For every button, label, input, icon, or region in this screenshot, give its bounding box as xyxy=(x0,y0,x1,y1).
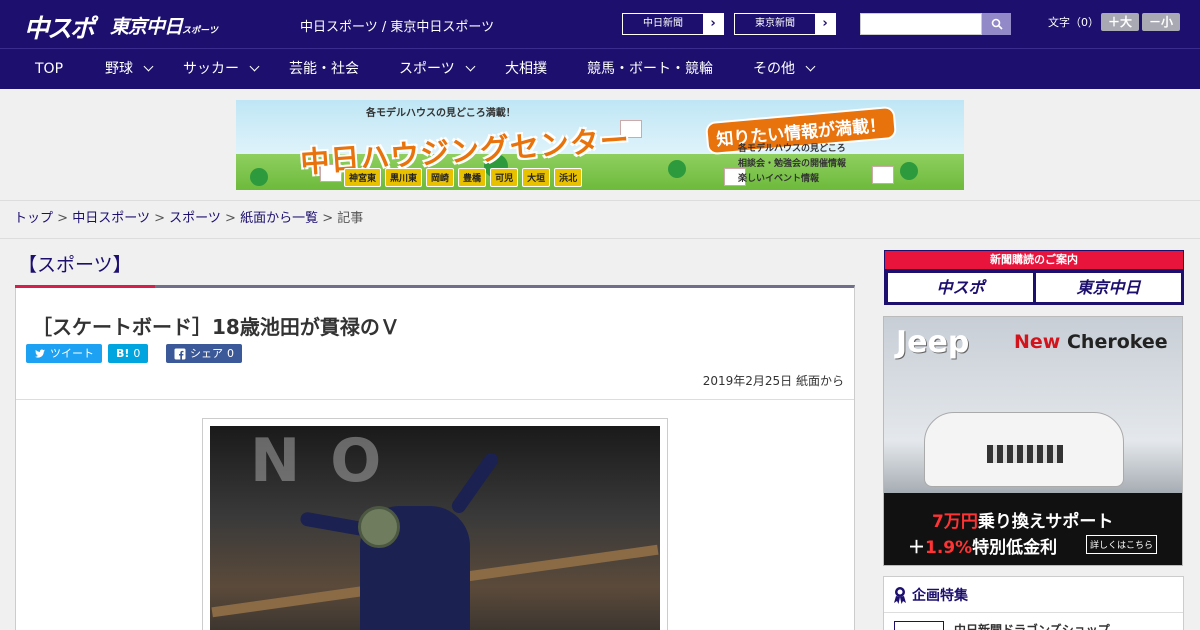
article-headline: ［スケートボード］18歳池田が貫禄のＶ xyxy=(32,315,400,339)
house-illustration xyxy=(872,166,894,184)
ad-offer-line2: ＋1.9%特別低金利 xyxy=(908,538,1058,558)
chevron-right-icon: › xyxy=(815,14,835,34)
subscription-box[interactable]: 新聞購読のご案内 中スポ 東京中日 xyxy=(884,250,1184,305)
site-header: 中スポ 東京中日スポーツ 中日スポーツ / 東京中日スポーツ 中日新聞 › 東京… xyxy=(0,0,1200,48)
newspaper-link-label: 東京新聞 xyxy=(755,18,795,29)
chunichi-shimbun-link[interactable]: 中日新聞 › xyxy=(622,13,724,35)
main-nav: TOP 野球 サッカー 芸能・社会 スポーツ 大相撲 競馬・ボート・競輪 その他 xyxy=(0,48,1200,89)
breadcrumb: トップ > 中日スポーツ > スポーツ > 紙面から一覧 > 記事 xyxy=(0,201,1200,239)
nav-item-other[interactable]: その他 xyxy=(753,49,816,90)
chevron-down-icon xyxy=(805,61,816,72)
hatena-icon: B! xyxy=(116,347,130,360)
nav-item-top[interactable]: TOP xyxy=(35,49,63,90)
housing-center-ad[interactable]: 各モデルハウスの見どころ満載！ 中日ハウジングセンター 知りたい情報が満載！ 各… xyxy=(236,100,964,190)
font-size-increase-button[interactable]: ＋大 xyxy=(1101,13,1139,31)
ad-cities: 神宮東 黒川東 岡崎 豊橋 可児 大垣 浜北 xyxy=(344,168,583,187)
tokyo-chunichi-logo[interactable]: 東京中日スポーツ xyxy=(110,12,218,39)
chuspo-subscribe-logo[interactable]: 中スポ xyxy=(888,273,1033,302)
banner-area: 各モデルハウスの見どころ満載！ 中日ハウジングセンター 知りたい情報が満載！ 各… xyxy=(0,89,1200,201)
subscription-head: 新聞購読のご案内 xyxy=(885,251,1183,269)
feature-thumbnail xyxy=(894,621,944,630)
tree-illustration xyxy=(900,162,918,180)
tree-illustration xyxy=(250,168,268,186)
jeep-cherokee-ad[interactable]: Jeep New Cherokee 7万円乗り換えサポート ＋1.9%特別低金利… xyxy=(883,316,1183,566)
font-size-decrease-button[interactable]: －小 xyxy=(1142,13,1180,31)
search-button[interactable] xyxy=(982,13,1011,35)
accent-bar xyxy=(15,285,155,288)
tokyo-shimbun-link[interactable]: 東京新聞 › xyxy=(734,13,836,35)
ribbon-icon xyxy=(894,586,906,604)
hatena-bookmark-button[interactable]: B! 0 xyxy=(108,344,149,363)
article-photo[interactable]: NO xyxy=(210,426,660,630)
tweet-button[interactable]: ツイート xyxy=(26,344,102,363)
font-size-label: 文字（0） xyxy=(1048,16,1099,29)
article-date: 2019年2月25日 紙面から xyxy=(702,374,844,388)
tree-illustration xyxy=(668,160,686,178)
facebook-icon xyxy=(174,348,186,360)
chevron-down-icon xyxy=(143,61,154,72)
car-grille xyxy=(987,445,1063,463)
chevron-right-icon: › xyxy=(703,14,723,34)
breadcrumb-link-paper-list[interactable]: 紙面から一覧 xyxy=(240,211,318,226)
nav-item-sumo[interactable]: 大相撲 xyxy=(505,49,547,90)
chevron-down-icon xyxy=(249,61,260,72)
feature-box: 企画特集 中日新聞ドラゴンズショップ xyxy=(883,576,1184,630)
jeep-model: New Cherokee xyxy=(1014,331,1168,353)
ad-offer-line1: 7万円乗り換えサポート xyxy=(932,512,1114,532)
site-title: 中日スポーツ / 東京中日スポーツ xyxy=(300,20,495,35)
breadcrumb-current: 記事 xyxy=(337,211,364,226)
article-card: ［スケートボード］18歳池田が貫禄のＶ ツイート B! 0 シェア 0 2019… xyxy=(15,285,855,630)
ad-items: 各モデルハウスの見どころ 相談会・勉強会の開催情報 楽しいイベント情報 xyxy=(738,144,847,184)
category-title: 【スポーツ】 xyxy=(18,254,132,276)
jeep-logo: Jeep xyxy=(896,325,970,360)
nav-item-sports[interactable]: スポーツ xyxy=(399,49,476,90)
breadcrumb-link-top[interactable]: トップ xyxy=(14,211,53,226)
breadcrumb-link-chunichi-sports[interactable]: 中日スポーツ xyxy=(72,211,150,226)
feature-item[interactable]: 中日新聞ドラゴンズショップ xyxy=(894,621,1110,630)
ad-top-text: 各モデルハウスの見どころ満載！ xyxy=(366,108,516,119)
breadcrumb-link-sports[interactable]: スポーツ xyxy=(169,211,221,226)
divider xyxy=(16,399,854,400)
facebook-share-button[interactable]: シェア 0 xyxy=(166,344,242,363)
article-photo-frame: NO xyxy=(202,418,668,630)
twitter-icon xyxy=(35,349,45,358)
ad-detail-link[interactable]: 詳しくはこちら xyxy=(1086,535,1158,554)
skater-helmet xyxy=(358,506,400,548)
nav-item-entertainment[interactable]: 芸能・社会 xyxy=(289,49,359,90)
chuspo-logo[interactable]: 中スポ xyxy=(24,9,95,45)
car-illustration xyxy=(924,412,1124,487)
nav-item-baseball[interactable]: 野球 xyxy=(105,49,154,90)
background-letters: NO xyxy=(250,426,412,496)
nav-item-racing[interactable]: 競馬・ボート・競輪 xyxy=(587,49,713,90)
nav-item-soccer[interactable]: サッカー xyxy=(183,49,260,90)
search-input[interactable] xyxy=(860,13,982,35)
chevron-down-icon xyxy=(465,61,476,72)
skater-arm xyxy=(449,450,501,516)
search-icon xyxy=(991,18,1003,30)
feature-head: 企画特集 xyxy=(884,577,1183,613)
tokyo-chunichi-subscribe-logo[interactable]: 東京中日 xyxy=(1036,273,1181,302)
newspaper-link-label: 中日新聞 xyxy=(643,18,683,29)
